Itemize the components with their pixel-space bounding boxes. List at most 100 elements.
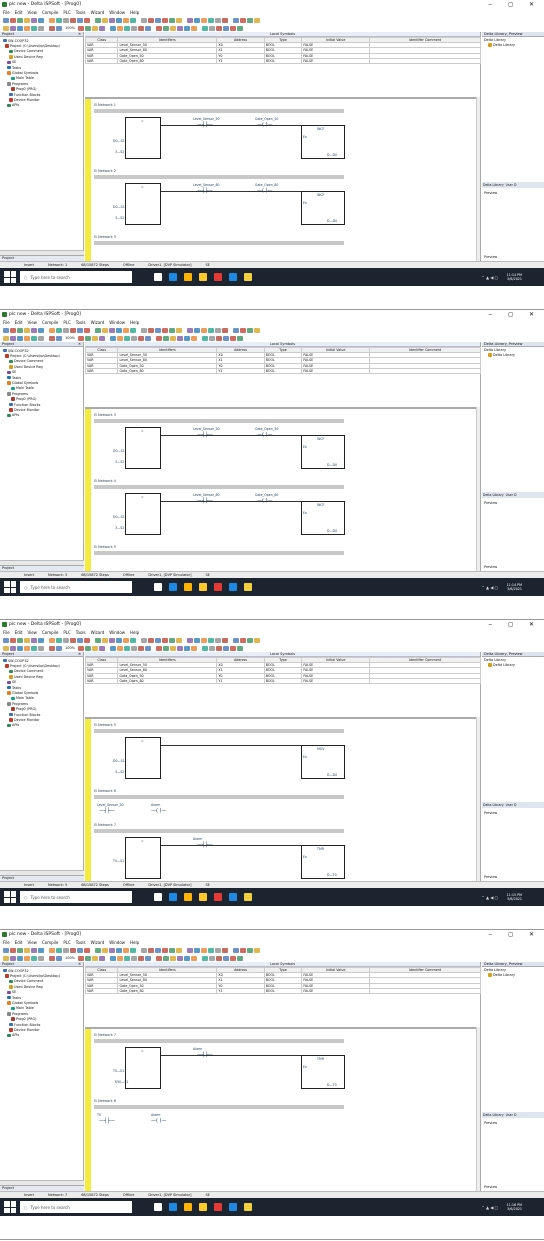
toolbar-button-icon[interactable] <box>215 637 221 643</box>
compare-block[interactable] <box>125 183 161 225</box>
coil-label[interactable]: Alarm <box>151 1113 160 1117</box>
toolbar-button-icon[interactable] <box>163 645 170 651</box>
toolbar-button-icon[interactable] <box>162 947 168 953</box>
toolbar-button-icon[interactable] <box>24 25 30 31</box>
taskbar-search[interactable]: ○ Type here to search <box>20 891 132 903</box>
toolbar-button-icon[interactable] <box>102 947 108 953</box>
taskbar-app-icon[interactable] <box>214 1203 222 1211</box>
toolbar-button-icon[interactable] <box>99 25 106 31</box>
zoom-level[interactable]: 100% <box>65 336 75 340</box>
clock[interactable]: 11:15 PM 5/6/2021 <box>507 893 522 901</box>
taskbar-app-icon[interactable] <box>184 273 192 281</box>
toolbar-button-icon[interactable] <box>202 955 209 961</box>
toolbar-button-icon[interactable] <box>56 25 62 31</box>
toolbar-button-icon[interactable] <box>169 17 175 23</box>
network-label[interactable]: ⊟ Network 7 <box>94 1033 116 1037</box>
toolbar-button-icon[interactable] <box>31 335 37 341</box>
toolbar-button-icon[interactable] <box>3 327 9 333</box>
zoom-level[interactable]: 100% <box>65 646 75 650</box>
toolbar-button-icon[interactable] <box>117 645 124 651</box>
toolbar-button-icon[interactable] <box>222 947 228 953</box>
menu-help[interactable]: Help <box>130 630 139 635</box>
toolbar-button-icon[interactable] <box>230 335 237 341</box>
tree-item[interactable]: APIs <box>1 723 82 728</box>
taskbar-search[interactable]: ○ Type here to search <box>20 271 132 283</box>
table-cell[interactable]: VAR <box>84 57 119 65</box>
menu-help[interactable]: Help <box>130 320 139 325</box>
toolbar-button-icon[interactable] <box>170 25 177 31</box>
toolbar-button-icon[interactable] <box>31 955 37 961</box>
taskbar-app-icon[interactable] <box>214 583 222 591</box>
toolbar-button-icon[interactable] <box>201 17 207 23</box>
toolbar-button-icon[interactable] <box>230 25 237 31</box>
toolbar-button-icon[interactable] <box>70 947 76 953</box>
taskbar-app-icon[interactable] <box>199 273 207 281</box>
toolbar-button-icon[interactable] <box>3 17 9 23</box>
toolbar-button-icon[interactable] <box>222 17 228 23</box>
window-controls[interactable]: ‒ ◻ ✕ <box>488 1 541 8</box>
toolbar-button-icon[interactable] <box>222 637 228 643</box>
tab-delta-library[interactable]: Delta Library <box>483 183 504 187</box>
toolbar-button-icon[interactable] <box>162 17 168 23</box>
panel-close-icon[interactable]: ✕ <box>78 962 81 966</box>
coil-label[interactable]: Gate_Open_50 <box>255 427 278 431</box>
network-comment-bar[interactable] <box>94 109 344 113</box>
toolbar-button-icon[interactable] <box>10 25 16 31</box>
library-item[interactable]: Delta Library <box>482 42 544 47</box>
contact-symbol[interactable]: —┤├— <box>197 842 213 848</box>
preview-tab[interactable]: Preview <box>484 564 497 569</box>
table-cell[interactable]: Y1 <box>216 57 265 65</box>
panel-close-icon[interactable]: ✕ <box>78 342 81 346</box>
toolbar-button-icon[interactable] <box>156 335 163 341</box>
network-comment-bar[interactable] <box>94 175 344 179</box>
toolbar-button-icon[interactable] <box>208 327 214 333</box>
menu-tools[interactable]: Tools <box>76 320 86 325</box>
preview-tab[interactable]: Preview <box>484 1184 497 1189</box>
toolbar-button-icon[interactable] <box>49 25 55 31</box>
menu-view[interactable]: View <box>27 320 37 325</box>
toolbar-button-icon[interactable] <box>201 947 207 953</box>
toolbar-button-icon[interactable] <box>10 637 16 643</box>
zoom-level[interactable]: 100% <box>65 26 75 30</box>
coil-label[interactable]: Alarm <box>151 803 160 807</box>
toolbar-button-icon[interactable] <box>155 327 161 333</box>
toolbar-button-icon[interactable] <box>208 17 214 23</box>
toolbar-button-icon[interactable] <box>209 645 216 651</box>
toolbar-button-icon[interactable] <box>223 335 230 341</box>
network-comment-bar[interactable] <box>94 1039 344 1043</box>
table-cell[interactable]: BOOL <box>263 987 303 995</box>
menu-compile[interactable]: Compile <box>42 630 58 635</box>
toolbar-button-icon[interactable] <box>85 955 92 961</box>
toolbar-button-icon[interactable] <box>237 335 244 341</box>
coil-label[interactable]: Gate_Open_50 <box>255 117 278 121</box>
toolbar-button-icon[interactable] <box>201 327 207 333</box>
toolbar-button-icon[interactable] <box>24 947 30 953</box>
toolbar-button-icon[interactable] <box>163 25 170 31</box>
toolbar-button-icon[interactable] <box>85 335 92 341</box>
toolbar-button-icon[interactable] <box>155 17 161 23</box>
taskbar-app-icon[interactable] <box>154 893 162 901</box>
panel-close-icon[interactable]: ✕ <box>78 32 81 36</box>
tree-item[interactable]: APIs <box>1 1033 82 1038</box>
toolbar-button-icon[interactable] <box>99 955 106 961</box>
toolbar-button-icon[interactable] <box>17 335 23 341</box>
coil-symbol[interactable]: —( )— <box>257 432 273 438</box>
toolbar-button-icon[interactable] <box>109 637 115 643</box>
toolbar-button-icon[interactable] <box>176 327 182 333</box>
toolbar-button-icon[interactable] <box>131 25 138 31</box>
network-label[interactable]: ⊟ Network 4 <box>94 479 116 483</box>
toolbar-button-icon[interactable] <box>17 327 23 333</box>
toolbar-button-icon[interactable] <box>170 335 177 341</box>
network-label[interactable]: ⊟ Network 3 <box>94 413 116 417</box>
toolbar-button-icon[interactable] <box>216 25 223 31</box>
toolbar-button-icon[interactable] <box>124 955 131 961</box>
toolbar-button-icon[interactable] <box>194 637 200 643</box>
toolbar-button-icon[interactable] <box>84 327 90 333</box>
table-cell[interactable]: Gate_Open_80 <box>117 367 218 375</box>
menu-plc[interactable]: PLC <box>63 10 70 15</box>
contact-label[interactable]: Level_Sensor_50 <box>193 117 220 121</box>
start-button[interactable] <box>4 1201 16 1213</box>
toolbar-button-icon[interactable] <box>110 335 117 341</box>
toolbar-button-icon[interactable] <box>240 327 246 333</box>
toolbar-button-icon[interactable] <box>63 17 69 23</box>
